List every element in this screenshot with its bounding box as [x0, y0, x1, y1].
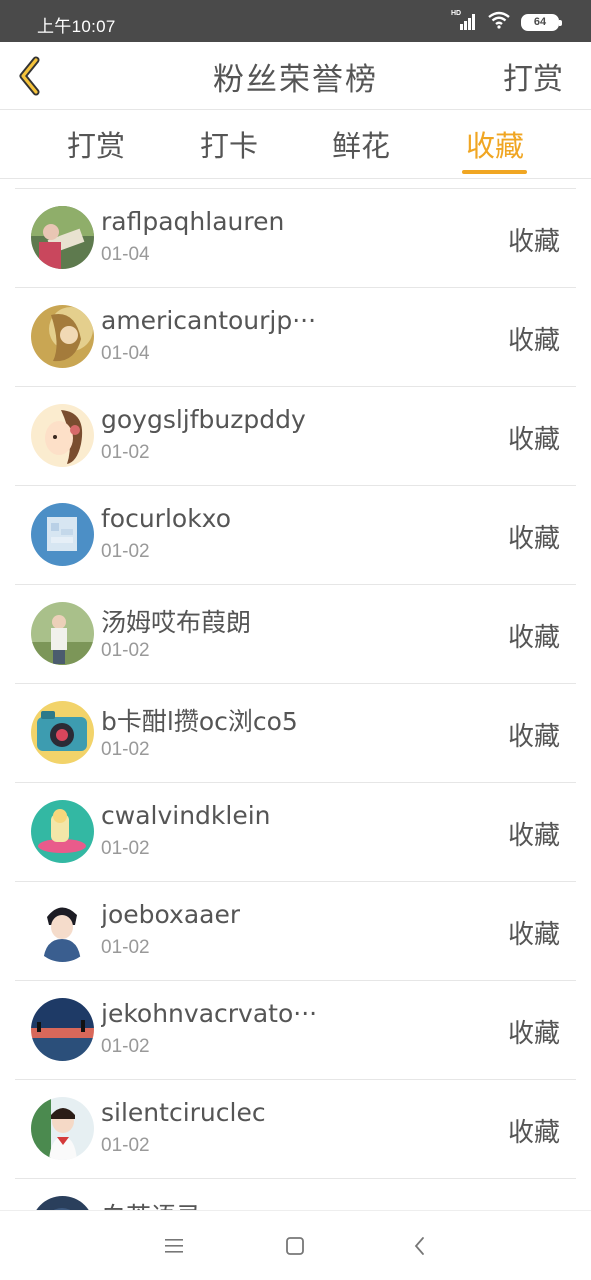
user-date: 01-02 [101, 937, 150, 958]
user-name: goygsljfbuzpddy [101, 405, 306, 434]
list-item[interactable]: 白茶语录 [15, 1179, 576, 1210]
tab-bar: 打赏 打卡 鲜花 收藏 [0, 111, 591, 179]
status-time: 上午10:07 [37, 17, 116, 36]
tab-active-indicator [462, 170, 527, 174]
system-nav-bar [0, 1210, 591, 1280]
tab-reward[interactable]: 打赏 [56, 123, 136, 165]
user-date: 01-02 [101, 541, 150, 562]
user-name: focurlokxo [101, 504, 232, 533]
action-label: 收藏 [507, 524, 560, 554]
tab-flowers[interactable]: 鲜花 [321, 123, 401, 165]
user-name: jekohnvacrvato··· [101, 999, 318, 1028]
list-item[interactable]: focurlokxo 01-02 收藏 [15, 486, 576, 585]
user-date: 01-02 [101, 1036, 150, 1057]
home-square-icon [286, 1237, 304, 1255]
avatar[interactable] [31, 800, 94, 863]
user-name: silentciruclec [101, 1098, 266, 1127]
fan-list[interactable]: raflpaqhlauren 01-04 收藏 americantourjp··… [15, 188, 576, 1210]
user-name: 白茶语录 [101, 1197, 201, 1210]
battery-icon: 64 [521, 13, 562, 31]
wifi-icon [487, 11, 511, 33]
menu-button[interactable] [159, 1231, 189, 1261]
avatar[interactable] [31, 206, 94, 269]
avatar[interactable] [31, 701, 94, 764]
list-item[interactable]: raflpaqhlauren 01-04 收藏 [15, 189, 576, 288]
back-chevron-icon [414, 1237, 424, 1255]
avatar[interactable] [31, 305, 94, 368]
user-name: raflpaqhlauren [101, 207, 285, 236]
status-bar: 上午10:07 HD 64 [0, 0, 591, 42]
user-name: americantourjp··· [101, 306, 317, 335]
avatar[interactable] [31, 602, 94, 665]
list-item[interactable]: silentciruclec 01-02 收藏 [15, 1080, 576, 1179]
status-icons: HD 64 [451, 10, 562, 33]
action-label: 收藏 [507, 821, 560, 851]
list-item[interactable]: 汤姆哎布葭朗 01-02 收藏 [15, 585, 576, 684]
action-label: 收藏 [507, 425, 560, 455]
reward-button[interactable]: 打赏 [503, 54, 563, 98]
avatar[interactable] [31, 503, 94, 566]
avatar[interactable] [31, 899, 94, 962]
user-date: 01-04 [101, 343, 150, 364]
avatar[interactable] [31, 1097, 94, 1160]
action-label: 收藏 [507, 326, 560, 356]
user-date: 01-02 [101, 640, 150, 661]
tab-favorites[interactable]: 收藏 [455, 123, 535, 165]
list-item[interactable]: joeboxaaer 01-02 收藏 [15, 882, 576, 981]
avatar[interactable] [31, 404, 94, 467]
action-label: 收藏 [507, 1019, 560, 1049]
action-label: 收藏 [507, 1118, 560, 1148]
list-item[interactable]: goygsljfbuzpddy 01-02 收藏 [15, 387, 576, 486]
action-label: 收藏 [507, 722, 560, 752]
user-date: 01-02 [101, 1135, 150, 1156]
action-label: 收藏 [507, 623, 560, 653]
user-name: cwalvindklein [101, 801, 271, 830]
action-label: 收藏 [507, 227, 560, 257]
user-name: b卡酣l攒oc浏co5 [101, 707, 298, 736]
back-nav-button[interactable] [405, 1231, 435, 1261]
user-name: joeboxaaer [101, 900, 241, 929]
home-button[interactable] [280, 1231, 310, 1261]
list-item[interactable]: jekohnvacrvato··· 01-02 收藏 [15, 981, 576, 1080]
action-label: 收藏 [507, 920, 560, 950]
list-item[interactable]: americantourjp··· 01-04 收藏 [15, 288, 576, 387]
user-date: 01-02 [101, 838, 150, 859]
signal-icon: HD [451, 10, 477, 32]
user-date: 01-02 [101, 739, 150, 760]
avatar[interactable] [31, 998, 94, 1061]
user-name: 汤姆哎布葭朗 [101, 608, 252, 637]
tab-checkin[interactable]: 打卡 [189, 123, 269, 165]
list-item[interactable]: b卡酣l攒oc浏co5 01-02 收藏 [15, 684, 576, 783]
title-bar: 粉丝荣誉榜 打赏 [0, 42, 591, 110]
menu-icon [165, 1239, 183, 1253]
user-date: 01-04 [101, 244, 150, 265]
avatar[interactable] [31, 1196, 94, 1210]
user-date: 01-02 [101, 442, 150, 463]
list-item[interactable]: cwalvindklein 01-02 收藏 [15, 783, 576, 882]
